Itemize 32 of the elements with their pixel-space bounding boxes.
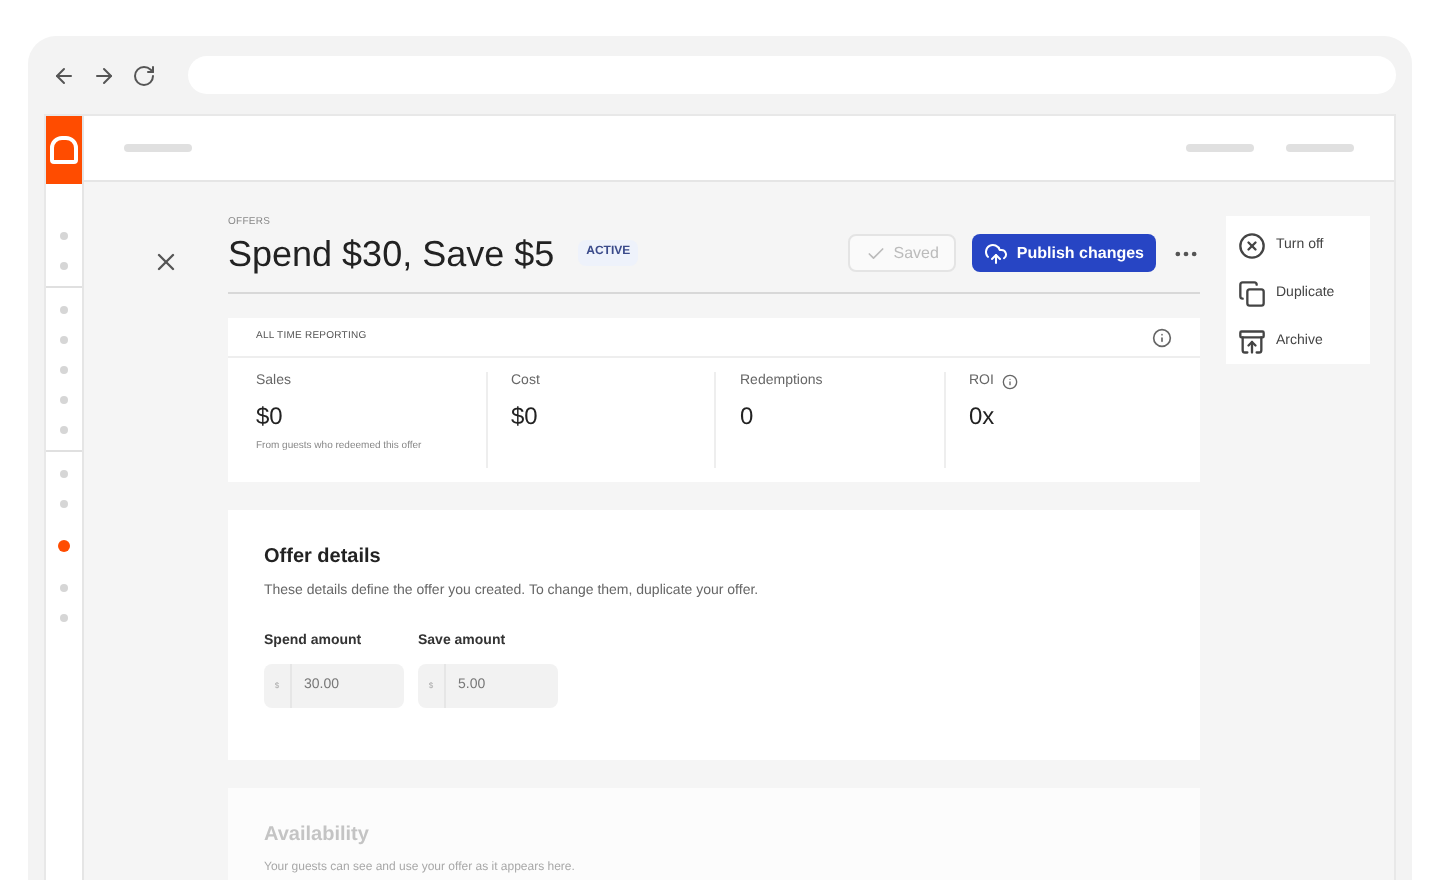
sidebar-item[interactable] bbox=[60, 366, 68, 374]
metric-value: 0x bbox=[969, 399, 997, 433]
publish-button[interactable]: Publish changes bbox=[972, 234, 1156, 272]
sidebar-item[interactable] bbox=[60, 336, 68, 344]
sidebar-item[interactable] bbox=[60, 262, 68, 270]
sidebar-item[interactable] bbox=[60, 232, 68, 240]
sidebar-item[interactable] bbox=[60, 584, 68, 592]
close-circle-icon bbox=[1238, 232, 1266, 260]
close-icon[interactable] bbox=[152, 248, 180, 276]
back-icon[interactable] bbox=[52, 63, 76, 87]
page-title: Spend $30, Save $5 bbox=[228, 231, 555, 276]
reload-icon[interactable] bbox=[132, 63, 156, 87]
app-logo[interactable] bbox=[46, 116, 82, 184]
sidebar-item[interactable] bbox=[60, 306, 68, 314]
sidebar-item[interactable] bbox=[60, 614, 68, 622]
metric-value: $0 bbox=[511, 399, 540, 433]
metric-value: 0 bbox=[740, 399, 756, 433]
sidebar-item[interactable] bbox=[60, 396, 68, 404]
cloud-upload-icon bbox=[984, 241, 1009, 265]
archive-icon bbox=[1238, 328, 1266, 356]
sidebar-item[interactable] bbox=[60, 500, 68, 508]
metric-value: $0 bbox=[256, 399, 285, 433]
section-title: Availability bbox=[264, 822, 371, 850]
sidebar-item[interactable] bbox=[60, 426, 68, 434]
forward-icon[interactable] bbox=[92, 63, 116, 87]
info-icon[interactable] bbox=[1152, 327, 1172, 347]
section-title: Offer details bbox=[264, 544, 383, 572]
info-icon[interactable] bbox=[1001, 374, 1018, 391]
check-icon bbox=[865, 243, 886, 263]
sidebar-item[interactable] bbox=[58, 540, 70, 552]
sidebar-item[interactable] bbox=[60, 470, 68, 478]
copy-icon bbox=[1238, 280, 1266, 308]
